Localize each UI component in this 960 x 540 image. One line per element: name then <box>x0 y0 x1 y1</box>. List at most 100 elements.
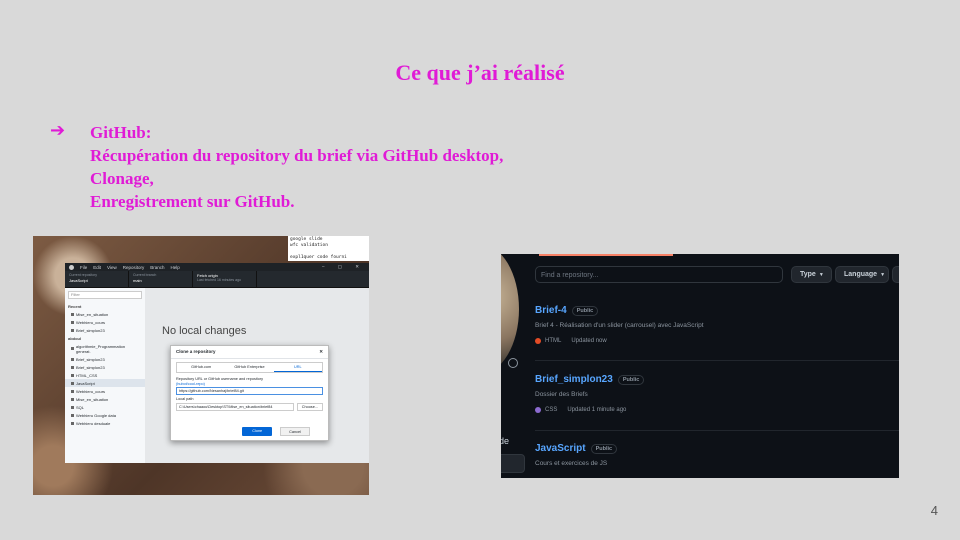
language-label: Language <box>844 271 878 278</box>
repo-item[interactable]: Webhieru_cours <box>65 387 145 395</box>
no-local-changes: No local changes <box>162 325 247 337</box>
current-repo-value: JavaScript <box>69 278 88 283</box>
tab-url[interactable]: URL <box>273 363 322 372</box>
slide-title: Ce que j’ai réalisé <box>395 60 565 85</box>
visibility-badge: Public <box>571 305 599 316</box>
bullet-line: Récupération du repository du brief via … <box>90 146 504 165</box>
local-path-input[interactable]: C:\Users\chaaou\Desktop\ST\Mise_en_situa… <box>176 403 294 411</box>
tab-github-enterprise[interactable]: GitHub Enterprise <box>225 363 273 372</box>
repository-list: Filter Recent Mise_en_situation Webhieru… <box>65 288 145 463</box>
divider <box>535 360 899 361</box>
type-dropdown[interactable]: Type ▼ <box>791 266 832 283</box>
close-icon[interactable]: ✕ <box>319 349 323 355</box>
repo-language: CSS <box>545 407 558 413</box>
note-line: expl1quer code fourni <box>290 255 347 260</box>
repo-item[interactable]: Webhieru Google data <box>65 411 145 419</box>
url-hint: (hubot/cool-repo) <box>176 382 205 386</box>
repo-item[interactable]: Webhieru_cours <box>65 318 145 326</box>
repo-language: HTML <box>545 338 562 344</box>
visibility-badge: Public <box>617 374 645 385</box>
repo-card: JavaScript Public Cours et exercices de … <box>535 443 895 467</box>
repo-name-row: JavaScript Public <box>535 443 895 454</box>
repo-meta: CSS Updated 1 minute ago <box>535 407 895 413</box>
menu-file[interactable]: File <box>80 265 87 270</box>
window-controls[interactable]: – ▢ ✕ <box>322 264 369 270</box>
menu-help[interactable]: Help <box>171 265 180 270</box>
type-label: Type <box>800 271 816 278</box>
repo-card: Brief_simplon23 Public Dossier des Brief… <box>535 374 895 413</box>
tab-underline <box>539 254 673 256</box>
recent-label: Recent <box>68 304 82 309</box>
caret-down-icon: ▼ <box>880 272 886 278</box>
toolbar: Current repository JavaScript Current br… <box>65 271 369 288</box>
clone-tabs: GitHub.com GitHub Enterprise URL <box>176 362 323 373</box>
status-icon[interactable] <box>508 358 518 368</box>
github-repositories-screenshot: de Find a repository... Type ▼ Language ▼ … <box>501 254 899 478</box>
dialog-header: Clone a repository ✕ <box>171 346 328 359</box>
url-input[interactable]: https://github.com/Nesanhaj/brief84.git <box>176 387 323 395</box>
local-path-row: C:\Users\chaaou\Desktop\ST\Mise_en_situa… <box>176 403 323 411</box>
repo-item[interactable]: Brief_simplon23 <box>65 355 145 363</box>
repo-description: Dossier des Briefs <box>535 391 588 398</box>
menu-view[interactable]: View <box>107 265 117 270</box>
fetch-origin-button[interactable]: Fetch origin Last fetched 16 minutes ago <box>193 271 257 287</box>
choose-button[interactable]: Choose... <box>296 403 323 411</box>
repo-name-row: Brief_simplon23 Public <box>535 374 895 385</box>
github-desktop-window: File Edit View Repository Branch Help – … <box>65 263 369 463</box>
find-repository-input[interactable]: Find a repository... <box>535 266 783 283</box>
repo-meta: HTML Updated now <box>535 338 895 344</box>
bullet-line: Enregistrement sur GitHub. <box>90 192 295 211</box>
cancel-button[interactable]: Cancel <box>280 427 310 436</box>
dialog-title: Clone a repository <box>176 349 216 354</box>
language-dot-icon <box>535 407 541 413</box>
language-dot-icon <box>535 338 541 344</box>
github-desktop-screenshot: google slide wfc validation expl1quer co… <box>33 236 369 495</box>
current-repository-button[interactable]: Current repository JavaScript <box>65 271 129 287</box>
owner-label: abdoul <box>68 336 82 341</box>
bullet-line: GitHub: <box>90 123 152 142</box>
repo-item[interactable]: SQL <box>65 403 145 411</box>
menu-bar: File Edit View Repository Branch Help – … <box>65 263 369 271</box>
menu-edit[interactable]: Edit <box>93 265 101 270</box>
current-branch-value: main <box>133 278 142 283</box>
repo-item[interactable]: Mise_en_situation <box>65 395 145 403</box>
menu-branch[interactable]: Branch <box>150 265 164 270</box>
github-logo-icon <box>69 264 74 270</box>
language-dropdown[interactable]: Language ▼ <box>835 266 889 283</box>
repo-item[interactable]: Mise_en_situation <box>65 310 145 318</box>
repo-card: Brief-4 Public Brief 4 - Réalisation d'u… <box>535 305 895 344</box>
current-branch-button[interactable]: Current branch main <box>129 271 193 287</box>
tab-github-com[interactable]: GitHub.com <box>177 363 225 372</box>
bullet-line: Clonage, <box>90 169 154 188</box>
repo-updated: Updated now <box>571 338 607 344</box>
repo-item[interactable]: algorithmie_Programmation generat. <box>65 342 145 355</box>
repo-item[interactable]: Brief_simplon23 <box>65 326 145 334</box>
repo-description: Brief 4 - Réalisation d'un slider (carro… <box>535 322 704 329</box>
repo-item-selected[interactable]: JavaScript <box>65 379 145 387</box>
fetch-sub: Last fetched 16 minutes ago <box>197 278 241 282</box>
filter-input[interactable]: Filter <box>68 291 142 299</box>
repo-updated: Updated 1 minute ago <box>567 407 627 413</box>
repo-item[interactable]: Brief_simplon23 <box>65 363 145 371</box>
sort-dropdown[interactable] <box>892 266 899 283</box>
repo-item[interactable]: HTML_CSS <box>65 371 145 379</box>
dialog-footer: Clone Cancel <box>242 427 310 436</box>
repo-name-link[interactable]: JavaScript <box>535 443 586 454</box>
repo-name-link[interactable]: Brief_simplon23 <box>535 374 613 385</box>
notes-snippet: google slide wfc validation expl1quer co… <box>288 236 369 261</box>
avatar <box>501 254 519 374</box>
repo-item[interactable]: Webhieru desduale <box>65 419 145 427</box>
sidebar-button[interactable] <box>501 454 525 473</box>
bullet-text: GitHub: Récupération du repository du br… <box>90 121 503 213</box>
page-number: 4 <box>930 503 938 518</box>
repo-name-row: Brief-4 Public <box>535 305 895 316</box>
clone-button[interactable]: Clone <box>242 427 273 436</box>
repo-name-link[interactable]: Brief-4 <box>535 305 567 316</box>
bullet-arrow-icon: ➔ <box>50 120 66 141</box>
divider <box>535 430 899 431</box>
visibility-badge: Public <box>590 443 618 454</box>
menu-repository[interactable]: Repository <box>123 265 145 270</box>
sidebar-text: de <box>501 436 510 446</box>
repo-description: Cours et exercices de JS <box>535 460 608 467</box>
caret-down-icon: ▼ <box>818 272 824 278</box>
